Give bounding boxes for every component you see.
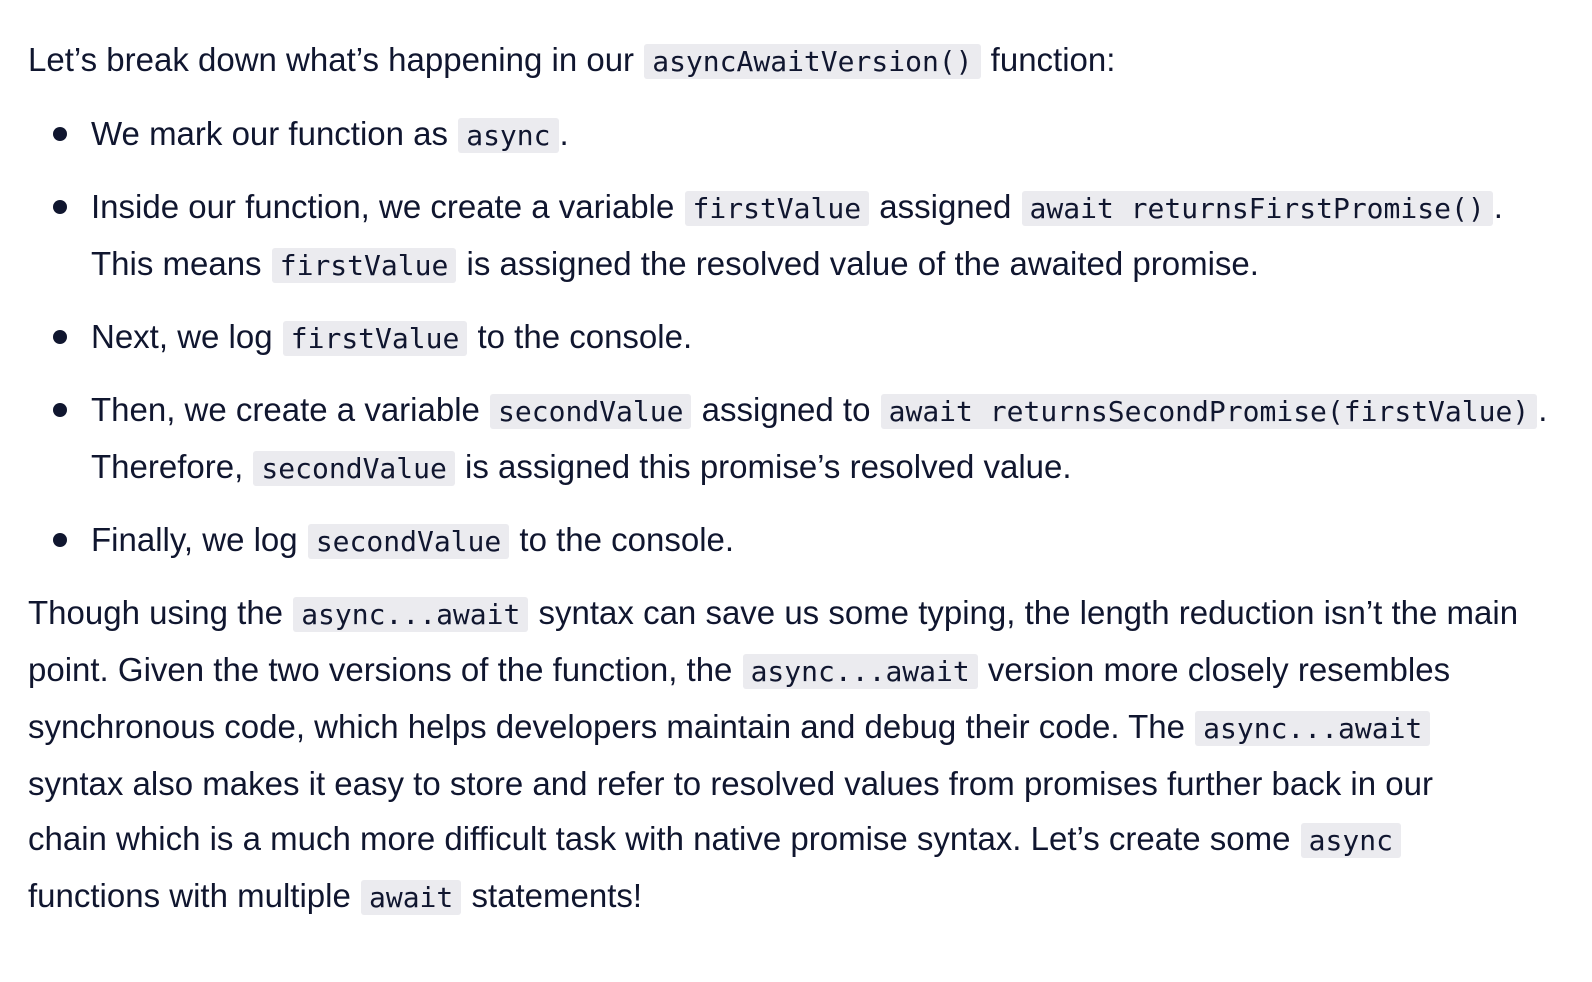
text-run: is assigned the resolved value of the aw… xyxy=(457,245,1259,282)
list-item: Next, we log firstValue to the console. xyxy=(28,309,1568,366)
paragraph-line: functions with multiple await statements… xyxy=(28,868,1568,925)
text-run: statements! xyxy=(462,877,643,914)
text-run: Inside our function, we create a variabl… xyxy=(91,188,684,225)
text-run: version more closely resembles xyxy=(978,651,1451,688)
inline-code: async...await xyxy=(293,597,529,632)
text-run: We mark our function as xyxy=(91,115,458,152)
paragraph-line: syntax also makes it easy to store and r… xyxy=(28,756,1568,811)
list-item-text: Inside our function, we create a variabl… xyxy=(91,179,1568,236)
list-item-text: This means firstValue is assigned the re… xyxy=(91,236,1568,293)
text-run: synchronous code, which helps developers… xyxy=(28,708,1195,745)
list-item: Finally, we log secondValue to the conso… xyxy=(28,512,1568,569)
bullet-icon xyxy=(53,330,67,344)
inline-code: async xyxy=(1300,823,1401,858)
text-run: to the console. xyxy=(468,318,693,355)
list-item-text: We mark our function as async. xyxy=(91,106,1568,163)
lesson-content: Let’s break down what’s happening in our… xyxy=(28,32,1568,925)
inline-code: async...await xyxy=(1195,711,1431,746)
text-run: assigned xyxy=(870,188,1021,225)
text-run: is assigned this promise’s resolved valu… xyxy=(455,448,1072,485)
inline-code: async...await xyxy=(742,654,978,689)
text-run: Therefore, xyxy=(91,448,253,485)
inline-code: firstValue xyxy=(282,321,468,356)
paragraph-line: synchronous code, which helps developers… xyxy=(28,699,1568,756)
paragraph-line: Though using the async...await syntax ca… xyxy=(28,585,1568,642)
paragraph-line: chain which is a much more difficult tas… xyxy=(28,811,1568,868)
bullet-icon xyxy=(53,533,67,547)
text-run: chain which is a much more difficult tas… xyxy=(28,820,1300,857)
intro-paragraph: Let’s break down what’s happening in our… xyxy=(28,32,1568,89)
text-run: Next, we log xyxy=(91,318,282,355)
summary-paragraph: Though using the async...await syntax ca… xyxy=(28,585,1568,925)
text-run: assigned to xyxy=(692,391,880,428)
inline-code: firstValue xyxy=(271,248,457,283)
list-item-text: Therefore, secondValue is assigned this … xyxy=(91,439,1568,496)
text-run: Finally, we log xyxy=(91,521,307,558)
bullet-icon xyxy=(53,127,67,141)
list-item-text: Finally, we log secondValue to the conso… xyxy=(91,512,1568,569)
inline-code: async xyxy=(458,118,559,153)
text-run: syntax also makes it easy to store and r… xyxy=(28,765,1433,802)
bullet-icon xyxy=(53,200,67,214)
intro-text: Let’s break down what’s happening in our xyxy=(28,41,644,78)
text-run: to the console. xyxy=(510,521,735,558)
inline-code: secondValue xyxy=(307,524,510,559)
text-run: This means xyxy=(91,245,271,282)
text-run: . xyxy=(559,115,569,152)
text-run: syntax can save us some typing, the leng… xyxy=(529,594,1519,631)
text-run: Though using the xyxy=(28,594,293,631)
text-run: functions with multiple xyxy=(28,877,360,914)
inline-code: secondValue xyxy=(253,451,455,486)
list-item-text: Then, we create a variable secondValue a… xyxy=(91,382,1568,439)
bullet-icon xyxy=(53,403,67,417)
inline-code: await xyxy=(360,880,462,915)
list-item: Inside our function, we create a variabl… xyxy=(28,179,1568,293)
list-item: Then, we create a variable secondValue a… xyxy=(28,382,1568,496)
intro-text: function: xyxy=(981,41,1116,78)
inline-code: await returnsSecondPromise(firstValue) xyxy=(880,394,1538,429)
steps-list: We mark our function as async. Inside ou… xyxy=(28,106,1568,569)
inline-code: secondValue xyxy=(490,394,692,429)
inline-code: firstValue xyxy=(684,191,870,226)
list-item: We mark our function as async. xyxy=(28,106,1568,163)
list-item-text: Next, we log firstValue to the console. xyxy=(91,309,1568,366)
text-run: Then, we create a variable xyxy=(91,391,490,428)
inline-code: await returnsFirstPromise() xyxy=(1021,191,1493,226)
text-run: . xyxy=(1538,391,1548,428)
paragraph-line: point. Given the two versions of the fun… xyxy=(28,642,1568,699)
text-run: . xyxy=(1493,188,1503,225)
inline-code: asyncAwaitVersion() xyxy=(644,44,981,79)
text-run: point. Given the two versions of the fun… xyxy=(28,651,742,688)
